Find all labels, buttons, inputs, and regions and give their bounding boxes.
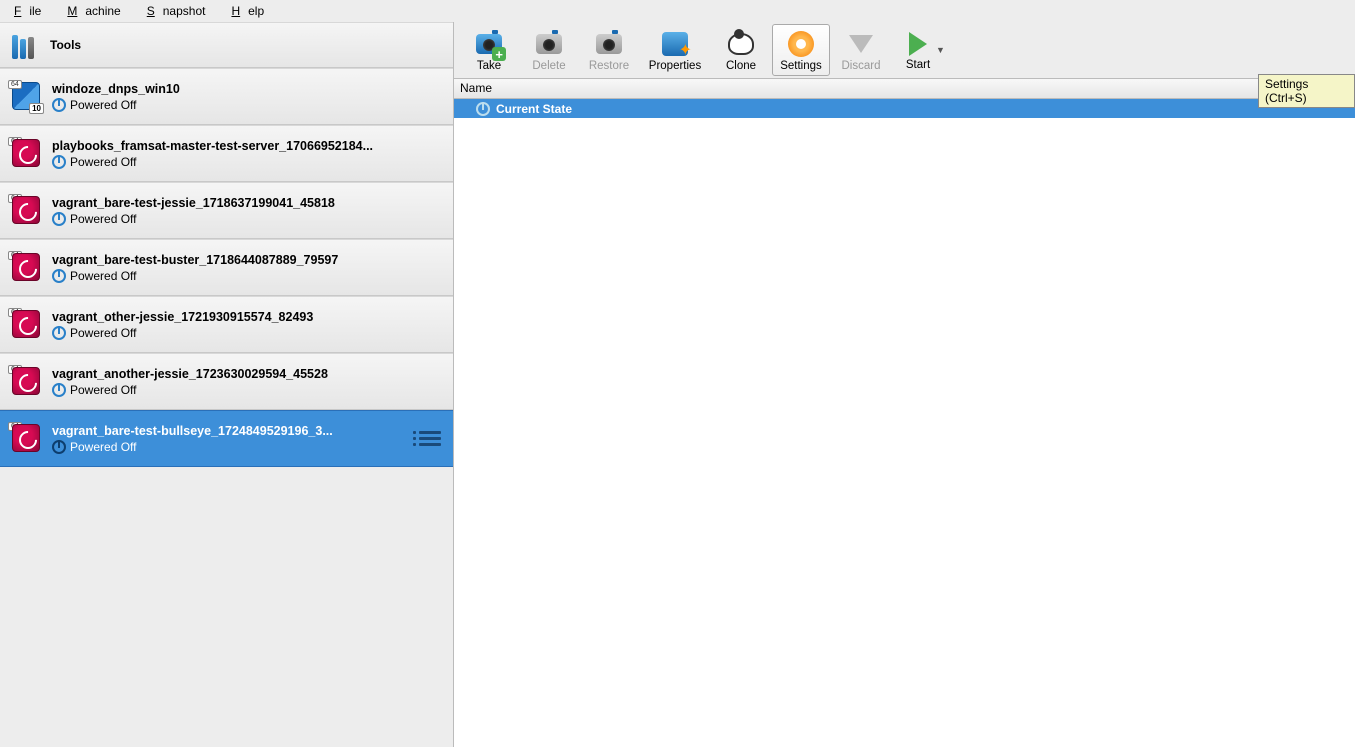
- discard-button: Discard: [832, 24, 890, 76]
- snapshot-current-state[interactable]: Current State: [454, 99, 1355, 118]
- properties-button[interactable]: Properties: [640, 24, 710, 76]
- power-icon: [52, 383, 66, 397]
- vm-status: Powered Off: [52, 440, 409, 454]
- power-icon: [52, 98, 66, 112]
- os-icon: 64: [12, 196, 42, 226]
- vm-item[interactable]: 64 vagrant_bare-test-buster_171864408788…: [0, 239, 453, 296]
- vm-name: vagrant_bare-test-jessie_1718637199041_4…: [52, 196, 392, 210]
- take-button[interactable]: Take: [460, 24, 518, 76]
- discard-icon: [846, 29, 876, 59]
- vm-status: Powered Off: [52, 212, 441, 226]
- tools-header[interactable]: Tools: [0, 22, 453, 68]
- tooltip: Settings (Ctrl+S): [1258, 74, 1355, 108]
- chevron-down-icon[interactable]: ▼: [936, 45, 945, 55]
- right-panel: Take Delete Restore Properties Clone Set…: [454, 22, 1355, 747]
- os-icon: 64: [12, 253, 42, 283]
- clone-button[interactable]: Clone: [712, 24, 770, 76]
- restore-button: Restore: [580, 24, 638, 76]
- power-icon: [52, 269, 66, 283]
- snapshot-toolbar: Take Delete Restore Properties Clone Set…: [454, 22, 1355, 79]
- delete-button: Delete: [520, 24, 578, 76]
- tools-label: Tools: [50, 38, 81, 52]
- vm-status: Powered Off: [52, 383, 441, 397]
- vm-name: vagrant_bare-test-buster_1718644087889_7…: [52, 253, 392, 267]
- vm-status: Powered Off: [52, 98, 441, 112]
- settings-button[interactable]: Settings: [772, 24, 830, 76]
- vm-status: Powered Off: [52, 155, 441, 169]
- menu-file[interactable]: File: [6, 2, 57, 20]
- vm-status: Powered Off: [52, 269, 441, 283]
- os-icon: 64: [12, 424, 42, 454]
- power-icon: [52, 440, 66, 454]
- column-headers: Name Taken: [454, 79, 1355, 99]
- menubar: File Machine Snapshot Help: [0, 0, 1355, 22]
- power-icon: [476, 102, 490, 116]
- vm-item[interactable]: 64 vagrant_other-jessie_1721930915574_82…: [0, 296, 453, 353]
- sheep-icon: [726, 29, 756, 59]
- snapshot-tree[interactable]: Current State: [454, 99, 1355, 747]
- vm-item[interactable]: 64 vagrant_bare-test-jessie_171863719904…: [0, 182, 453, 239]
- camera-minus-icon: [534, 29, 564, 59]
- vm-name: vagrant_bare-test-bullseye_1724849529196…: [52, 424, 392, 438]
- gear-icon: [786, 29, 816, 59]
- menu-machine[interactable]: Machine: [59, 2, 136, 20]
- menu-help[interactable]: Help: [223, 2, 280, 20]
- vm-item[interactable]: 64 vagrant_another-jessie_1723630029594_…: [0, 353, 453, 410]
- start-button[interactable]: Start ▼: [892, 24, 956, 76]
- list-icon[interactable]: [419, 431, 441, 446]
- camera-plus-icon: [474, 29, 504, 59]
- vm-name: playbooks_framsat-master-test-server_170…: [52, 139, 392, 153]
- vm-name: vagrant_other-jessie_1721930915574_82493: [52, 310, 392, 324]
- vm-item[interactable]: 64 playbooks_framsat-master-test-server_…: [0, 125, 453, 182]
- camera-restore-icon: [594, 29, 624, 59]
- vm-name: windoze_dnps_win10: [52, 82, 392, 96]
- menu-snapshot[interactable]: Snapshot: [139, 2, 222, 20]
- power-icon: [52, 155, 66, 169]
- column-name[interactable]: Name: [454, 79, 1307, 98]
- vm-list: 64 windoze_dnps_win10 Powered Off 64 pla…: [0, 68, 453, 747]
- left-panel: Tools 64 windoze_dnps_win10 Powered Off …: [0, 22, 454, 747]
- os-icon: 64: [12, 82, 42, 112]
- vm-status: Powered Off: [52, 326, 441, 340]
- power-icon: [52, 326, 66, 340]
- vm-item[interactable]: 64 windoze_dnps_win10 Powered Off: [0, 68, 453, 125]
- properties-icon: [660, 29, 690, 59]
- tools-icon: [12, 31, 40, 59]
- os-icon: 64: [12, 367, 42, 397]
- os-icon: 64: [12, 139, 42, 169]
- start-icon: [903, 29, 933, 59]
- power-icon: [52, 212, 66, 226]
- os-icon: 64: [12, 310, 42, 340]
- vm-item[interactable]: 64 vagrant_bare-test-bullseye_1724849529…: [0, 410, 453, 467]
- vm-name: vagrant_another-jessie_1723630029594_455…: [52, 367, 392, 381]
